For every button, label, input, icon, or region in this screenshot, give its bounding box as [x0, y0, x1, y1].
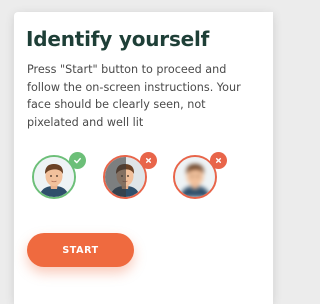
- instructions-text: Press "Start" button to proceed and foll…: [27, 63, 241, 129]
- example-good-photo: [32, 152, 86, 199]
- start-button[interactable]: START: [27, 233, 134, 267]
- close-icon: [210, 152, 227, 169]
- face-illustration: [105, 157, 145, 197]
- face-illustration: [34, 157, 74, 197]
- example-dark-photo: [103, 152, 157, 199]
- page-title: Identify yourself: [26, 27, 210, 51]
- face-illustration: [175, 157, 215, 197]
- example-blurred-photo: [173, 152, 227, 199]
- close-icon: [140, 152, 157, 169]
- checkmark-icon: [69, 152, 86, 169]
